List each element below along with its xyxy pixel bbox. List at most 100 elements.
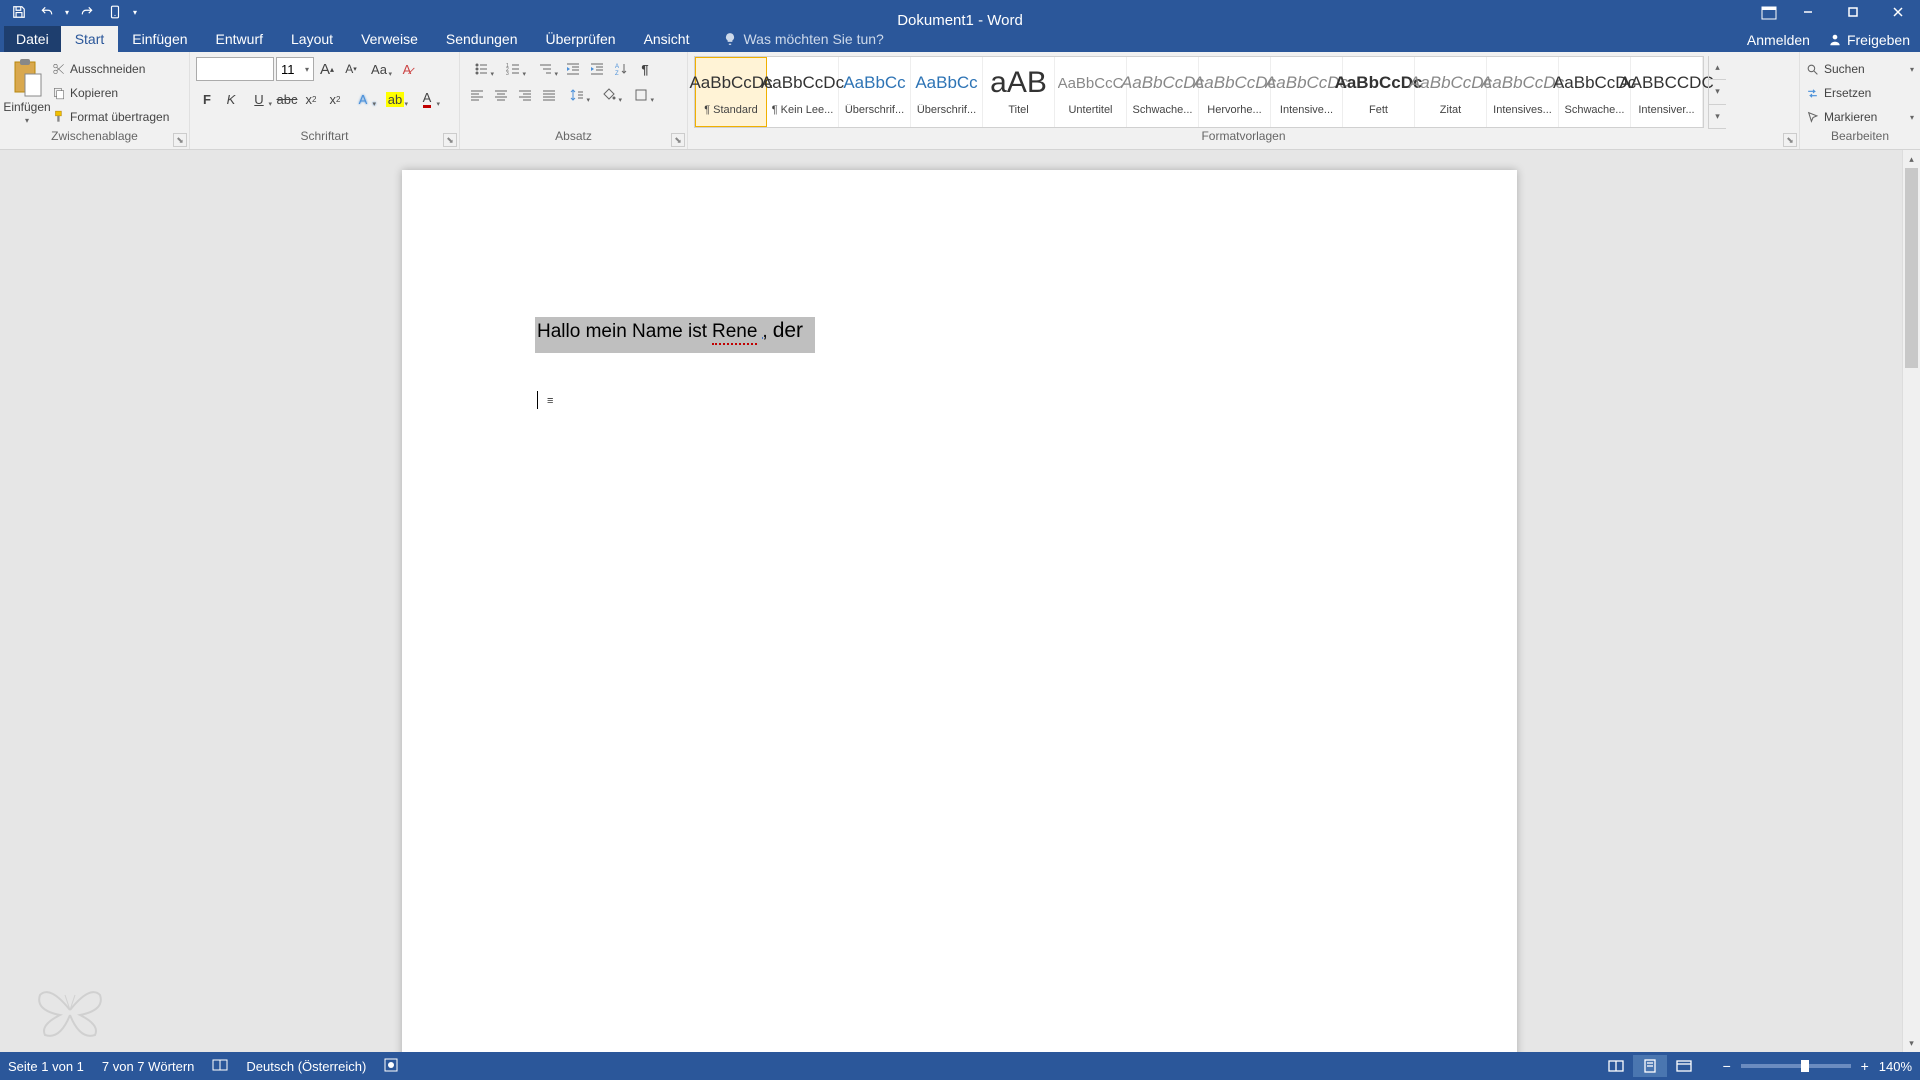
word-count[interactable]: 7 von 7 Wörtern (102, 1059, 195, 1074)
multilevel-list-button[interactable]: ▾ (530, 57, 560, 81)
qat-customize-dropdown[interactable]: ▾ (130, 8, 140, 17)
ribbon-display-options-button[interactable] (1758, 4, 1780, 22)
bold-button[interactable]: F (196, 87, 218, 111)
scroll-up-button[interactable]: ▴ (1903, 150, 1920, 168)
zoom-out-button[interactable]: − (1719, 1058, 1735, 1074)
maximize-button[interactable] (1830, 0, 1875, 24)
select-button[interactable]: Markieren ▾ (1806, 106, 1914, 128)
shading-button[interactable]: ▾ (594, 83, 624, 107)
redo-button[interactable] (74, 0, 100, 24)
styles-launcher[interactable]: ⬊ (1783, 133, 1797, 147)
vertical-scrollbar[interactable]: ▴ ▾ (1902, 150, 1920, 1052)
bullets-button[interactable]: ▾ (466, 57, 496, 81)
spell-check-status[interactable] (212, 1058, 228, 1075)
zoom-slider[interactable] (1741, 1064, 1851, 1068)
copy-button[interactable]: Kopieren (52, 82, 169, 104)
minimize-button[interactable] (1785, 0, 1830, 24)
clear-formatting-button[interactable]: A̷ (396, 57, 418, 81)
increase-indent-button[interactable] (586, 57, 608, 81)
sign-in-link[interactable]: Anmelden (1747, 32, 1810, 48)
style-item[interactable]: AaBbCcDcIntensives... (1487, 57, 1559, 127)
gallery-more-button[interactable]: ▾ (1709, 105, 1726, 129)
show-marks-button[interactable]: ¶ (634, 57, 656, 81)
language-indicator[interactable]: Deutsch (Österreich) (246, 1059, 366, 1074)
tab-file[interactable]: Datei (4, 26, 61, 52)
share-button[interactable]: Freigeben (1828, 32, 1910, 48)
change-case-button[interactable]: Aa▾ (364, 57, 394, 81)
style-item[interactable]: AaBbCcDc¶ Kein Lee... (767, 57, 839, 127)
font-name-input[interactable] (196, 57, 274, 81)
page[interactable]: Hallo mein Name ist Rene , der ≡ (402, 170, 1517, 1052)
tab-mailings[interactable]: Sendungen (432, 26, 532, 52)
style-item[interactable]: aABTitel (983, 57, 1055, 127)
style-item[interactable]: AaBbCcDcHervorhe... (1199, 57, 1271, 127)
cut-button[interactable]: Ausschneiden (52, 58, 169, 80)
web-layout-button[interactable] (1667, 1055, 1701, 1077)
font-launcher[interactable]: ⬊ (443, 133, 457, 147)
zoom-in-button[interactable]: + (1857, 1058, 1873, 1074)
close-button[interactable] (1875, 0, 1920, 24)
undo-button[interactable] (34, 0, 60, 24)
scroll-down-button[interactable]: ▾ (1903, 1034, 1920, 1052)
highlight-button[interactable]: ab▾ (380, 87, 410, 111)
text-effects-button[interactable]: A▾ (348, 87, 378, 111)
paragraph-launcher[interactable]: ⬊ (671, 133, 685, 147)
style-item[interactable]: AaBbCcDcSchwache... (1127, 57, 1199, 127)
sort-button[interactable]: AZ (610, 57, 632, 81)
page-indicator[interactable]: Seite 1 von 1 (8, 1059, 84, 1074)
tab-view[interactable]: Ansicht (630, 26, 704, 52)
gallery-up-button[interactable]: ▴ (1709, 56, 1726, 80)
align-center-button[interactable] (490, 83, 512, 107)
shrink-font-button[interactable]: A▾ (340, 57, 362, 81)
tell-me-search[interactable]: Was möchten Sie tun? (723, 26, 883, 52)
italic-button[interactable]: K (220, 87, 242, 111)
tab-start[interactable]: Start (61, 26, 119, 52)
zoom-level[interactable]: 140% (1879, 1059, 1912, 1074)
tab-layout[interactable]: Layout (277, 26, 347, 52)
subscript-button[interactable]: x2 (300, 87, 322, 111)
scroll-thumb[interactable] (1905, 168, 1918, 368)
style-item[interactable]: AaBbCcDcIntensive... (1271, 57, 1343, 127)
tab-references[interactable]: Verweise (347, 26, 432, 52)
selected-text[interactable]: Hallo mein Name ist Rene , der (535, 317, 815, 353)
document-area[interactable]: Hallo mein Name ist Rene , der ≡ (0, 150, 1902, 1052)
strikethrough-button[interactable]: abc (276, 87, 298, 111)
align-right-button[interactable] (514, 83, 536, 107)
align-left-button[interactable] (466, 83, 488, 107)
justify-button[interactable] (538, 83, 560, 107)
tab-design[interactable]: Entwurf (202, 26, 277, 52)
undo-dropdown[interactable]: ▾ (62, 8, 72, 17)
font-color-button[interactable]: A▾ (412, 87, 442, 111)
line-spacing-button[interactable]: ▾ (562, 83, 592, 107)
replace-button[interactable]: Ersetzen (1806, 82, 1914, 104)
grow-font-button[interactable]: A▴ (316, 57, 338, 81)
style-item[interactable]: AABBCCDCIntensiver... (1631, 57, 1703, 127)
underline-button[interactable]: U▾ (244, 87, 274, 111)
style-item[interactable]: AaBbCcDcFett (1343, 57, 1415, 127)
print-layout-button[interactable] (1633, 1055, 1667, 1077)
save-button[interactable] (6, 0, 32, 24)
font-size-input[interactable]: 11▾ (276, 57, 314, 81)
style-item[interactable]: AaBbCcDcZitat (1415, 57, 1487, 127)
tab-review[interactable]: Überprüfen (532, 26, 630, 52)
touch-mode-button[interactable] (102, 0, 128, 24)
decrease-indent-button[interactable] (562, 57, 584, 81)
tab-insert[interactable]: Einfügen (118, 26, 201, 52)
style-item[interactable]: AaBbCcÜberschrif... (911, 57, 983, 127)
style-item[interactable]: AaBbCcÜberschrif... (839, 57, 911, 127)
borders-button[interactable]: ▾ (626, 83, 656, 107)
gallery-down-button[interactable]: ▾ (1709, 80, 1726, 104)
style-item[interactable]: AaBbCcDc¶ Standard (695, 57, 767, 127)
paste-button[interactable]: Einfügen ▾ (6, 56, 48, 129)
style-item[interactable]: AaBbCcCUntertitel (1055, 57, 1127, 127)
find-button[interactable]: Suchen ▾ (1806, 58, 1914, 80)
format-painter-button[interactable]: Format übertragen (52, 106, 169, 128)
clipboard-launcher[interactable]: ⬊ (173, 133, 187, 147)
numbering-button[interactable]: 123▾ (498, 57, 528, 81)
read-mode-button[interactable] (1599, 1055, 1633, 1077)
macro-record-button[interactable] (384, 1058, 398, 1075)
superscript-button[interactable]: x2 (324, 87, 346, 111)
search-icon (1806, 63, 1819, 76)
window-controls (1785, 0, 1920, 24)
svg-text:3: 3 (506, 71, 509, 76)
